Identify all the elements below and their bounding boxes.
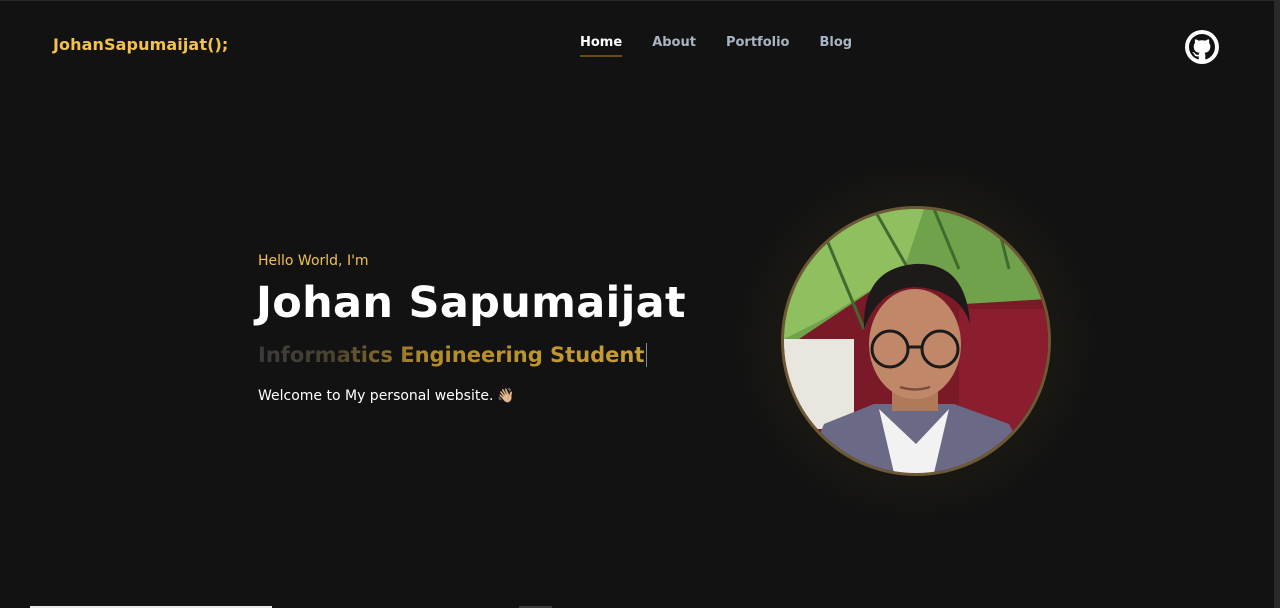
hero-name: Johan Sapumaijat [256, 278, 686, 328]
scrollbar[interactable] [1274, 1, 1280, 608]
hero-welcome: Welcome to My personal website. 👋🏼 [258, 388, 515, 404]
nav-portfolio[interactable]: Portfolio [726, 35, 790, 50]
wave-icon: 👋🏼 [497, 388, 515, 404]
nav-home[interactable]: Home [580, 35, 623, 57]
welcome-text: Welcome to My personal website. [258, 388, 494, 404]
page: JohanSapumaijat(); Home About Portfolio … [0, 0, 1280, 608]
nav-blog[interactable]: Blog [819, 35, 852, 50]
profile-photo [784, 209, 1048, 473]
github-logo-icon [1189, 34, 1215, 60]
nav-about[interactable]: About [652, 35, 696, 50]
hero-greeting: Hello World, I'm [258, 253, 369, 269]
site-logo[interactable]: JohanSapumaijat(); [53, 35, 228, 54]
avatar [781, 206, 1051, 476]
main-nav: Home About Portfolio Blog [580, 35, 852, 57]
github-icon[interactable] [1185, 30, 1219, 64]
hero-role-typing: Informatics Engineering Student [258, 343, 648, 367]
